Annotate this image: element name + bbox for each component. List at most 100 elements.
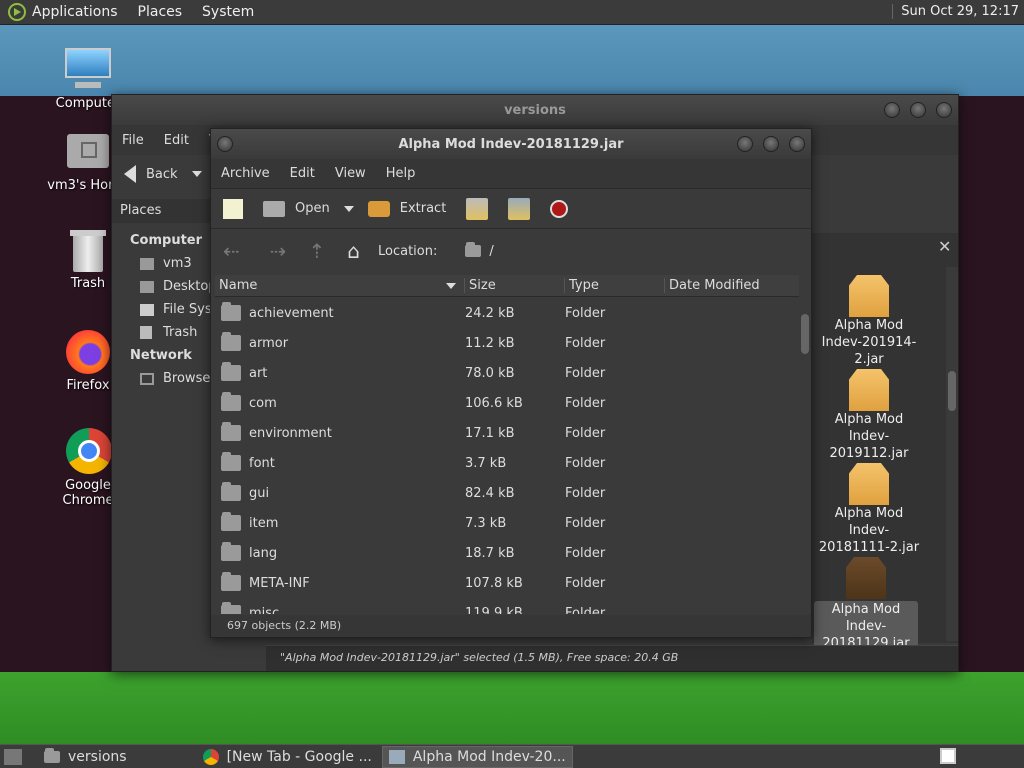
table-row[interactable]: META-INF 107.8 kB Folder	[215, 568, 799, 598]
system-menu[interactable]: System	[192, 4, 264, 20]
archive-icon	[849, 369, 889, 411]
scrollbar-thumb[interactable]	[801, 314, 809, 354]
table-row[interactable]: art 78.0 kB Folder	[215, 358, 799, 388]
edit-menu[interactable]: Edit	[154, 133, 199, 148]
firefox-icon	[63, 328, 113, 376]
add-files-button[interactable]	[466, 197, 489, 220]
task-chrome[interactable]: [New Tab - Google ...	[197, 746, 378, 768]
chrome-icon	[63, 428, 113, 476]
clock[interactable]: Sun Oct 29, 12:17	[892, 4, 1019, 19]
file-list-scrollbar[interactable]	[799, 298, 811, 614]
close-button[interactable]	[789, 136, 805, 152]
up-arrow-icon[interactable]: ⇡	[309, 239, 326, 263]
new-archive-button[interactable]	[223, 198, 243, 219]
sidebar-item-desktop[interactable]: Desktop	[140, 279, 217, 294]
add-folder-button[interactable]	[508, 197, 531, 220]
column-date-modified[interactable]: Date Modified	[665, 278, 760, 293]
sort-down-icon	[446, 282, 456, 289]
table-row[interactable]: misc 119.9 kB Folder	[215, 598, 799, 614]
file-item[interactable]: Alpha Mod Indev-2019112.jar	[814, 369, 924, 462]
arrow-left-icon	[124, 165, 136, 183]
window-menu-button[interactable]	[217, 136, 233, 152]
archive-menu[interactable]: Archive	[211, 166, 280, 181]
folder-open-icon	[263, 200, 285, 217]
wallpaper-sky	[0, 25, 1024, 96]
wallpaper-grass	[0, 672, 1024, 744]
close-icon[interactable]: ✕	[938, 237, 951, 256]
home-icon	[140, 257, 154, 270]
home-folder-icon	[63, 128, 113, 176]
extract-icon	[367, 200, 390, 217]
column-type[interactable]: Type	[565, 278, 665, 293]
back-button[interactable]: Back	[124, 165, 202, 183]
versions-titlebar[interactable]: versions	[112, 95, 958, 125]
extract-button[interactable]: Extract	[367, 200, 446, 217]
location-bar: ⇠ ⇢ ⇡ ⌂ Location: /	[211, 229, 811, 273]
home-icon[interactable]: ⌂	[347, 239, 360, 263]
folder-icon	[221, 452, 241, 471]
file-view-scrollbar[interactable]	[946, 267, 958, 641]
folder-icon	[44, 747, 60, 763]
folder-icon	[221, 422, 241, 441]
workspace-switcher[interactable]	[940, 748, 956, 764]
table-row[interactable]: item 7.3 kB Folder	[215, 508, 799, 538]
forward-arrow-icon[interactable]: ⇢	[270, 239, 287, 263]
location-label: Location:	[378, 243, 438, 259]
location-value[interactable]: /	[489, 244, 493, 259]
edit-menu[interactable]: Edit	[280, 166, 325, 181]
show-desktop-icon[interactable]	[4, 748, 22, 765]
places-dropdown[interactable]: Places	[112, 199, 212, 223]
folder-icon	[221, 332, 241, 351]
table-row[interactable]: armor 11.2 kB Folder	[215, 328, 799, 358]
archive-titlebar[interactable]: Alpha Mod Indev-20181129.jar	[211, 129, 811, 159]
scrollbar-thumb[interactable]	[948, 371, 956, 411]
minimize-button[interactable]	[884, 102, 900, 118]
file-item-selected[interactable]: Alpha Mod Indev-20181129.jar	[814, 557, 918, 652]
task-archive[interactable]: Alpha Mod Indev-20...	[381, 745, 573, 768]
back-arrow-icon[interactable]: ⇠	[223, 239, 240, 263]
archive-menubar: Archive Edit View Help	[211, 159, 811, 189]
sidebar-network-heading: Network	[130, 348, 192, 363]
view-menu[interactable]: View	[325, 166, 376, 181]
chevron-down-icon[interactable]	[343, 205, 354, 212]
sidebar-item-vm3[interactable]: vm3	[140, 256, 192, 271]
close-button[interactable]	[936, 102, 952, 118]
maximize-button[interactable]	[910, 102, 926, 118]
archive-icon	[849, 463, 889, 505]
column-name[interactable]: Name	[215, 278, 465, 293]
file-list: achievement 24.2 kB Folder armor 11.2 kB Fol…	[215, 298, 799, 614]
folder-icon	[221, 302, 241, 321]
file-menu[interactable]: File	[112, 133, 154, 148]
file-item[interactable]: Alpha Mod Indev-20181111-2.jar	[814, 463, 924, 556]
table-row[interactable]: gui 82.4 kB Folder	[215, 478, 799, 508]
stop-button[interactable]	[550, 199, 569, 218]
file-item[interactable]: Alpha Mod Indev-201914-2.jar	[814, 275, 924, 368]
table-row[interactable]: environment 17.1 kB Folder	[215, 418, 799, 448]
network-icon	[140, 372, 154, 385]
table-row[interactable]: achievement 24.2 kB Folder	[215, 298, 799, 328]
column-size[interactable]: Size	[465, 278, 565, 293]
maximize-button[interactable]	[763, 136, 779, 152]
applications-menu[interactable]: Applications	[30, 4, 128, 20]
places-menu[interactable]: Places	[128, 4, 193, 20]
table-row[interactable]: com 106.6 kB Folder	[215, 388, 799, 418]
table-row[interactable]: lang 18.7 kB Folder	[215, 538, 799, 568]
sidebar-computer-heading: Computer	[130, 233, 203, 248]
desktop-icon	[140, 280, 154, 293]
archive-icon	[388, 749, 405, 764]
sidebar-item-trash[interactable]: Trash	[140, 325, 197, 340]
folder-icon	[221, 572, 241, 591]
chrome-icon	[202, 748, 219, 765]
minimize-button[interactable]	[737, 136, 753, 152]
window-title: Alpha Mod Indev-20181129.jar	[398, 136, 624, 152]
task-versions[interactable]: versions	[38, 746, 133, 768]
folder-icon	[221, 362, 241, 381]
open-button[interactable]: Open	[263, 200, 330, 217]
folder-icon	[465, 242, 482, 257]
help-menu[interactable]: Help	[376, 166, 426, 181]
drive-icon	[140, 303, 154, 316]
distro-logo-icon[interactable]	[8, 3, 26, 21]
top-panel: Applications Places System Sun Oct 29, 1…	[0, 0, 1024, 25]
archive-statusbar: 697 objects (2.2 MB)	[211, 615, 811, 637]
table-row[interactable]: font 3.7 kB Folder	[215, 448, 799, 478]
